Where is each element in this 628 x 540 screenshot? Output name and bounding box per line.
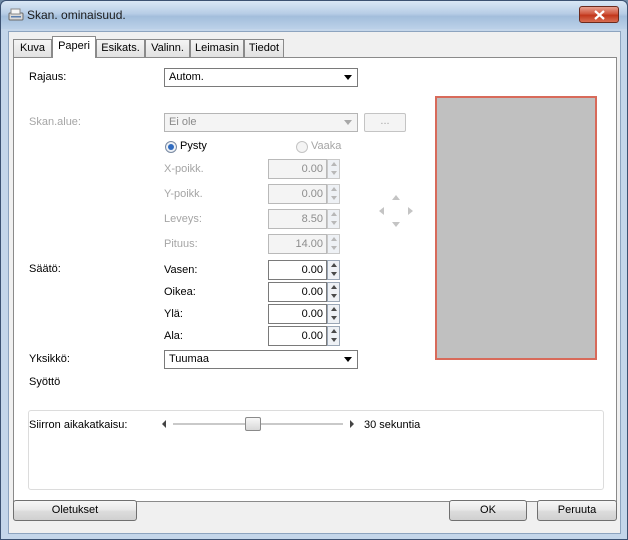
slider-thumb[interactable] xyxy=(245,417,261,431)
x-offset-label: X-poikk. xyxy=(164,163,204,175)
width-stepper[interactable]: 8.50 xyxy=(268,209,340,229)
left-margin-value[interactable]: 0.00 xyxy=(268,260,327,280)
cropping-label: Rajaus: xyxy=(29,71,67,83)
length-stepper[interactable]: 14.00 xyxy=(268,234,340,254)
ok-button[interactable]: OK xyxy=(449,500,527,521)
y-offset-stepper[interactable]: 0.00 xyxy=(268,184,340,204)
right-margin-stepper[interactable]: 0.00 xyxy=(268,282,340,302)
tab-valinn[interactable]: Valinn. xyxy=(145,39,190,57)
top-margin-spin-buttons[interactable] xyxy=(327,304,340,324)
top-margin-stepper[interactable]: 0.00 xyxy=(268,304,340,324)
left-margin-stepper[interactable]: 0.00 xyxy=(268,260,340,280)
scan-area-value: Ei ole xyxy=(169,116,197,128)
left-margin-spin-buttons[interactable] xyxy=(327,260,340,280)
length-value[interactable]: 14.00 xyxy=(268,234,327,254)
left-margin-label: Vasen: xyxy=(164,264,198,276)
y-offset-label: Y-poikk. xyxy=(164,188,203,200)
width-spin-buttons[interactable] xyxy=(327,209,340,229)
move-arrows-icon xyxy=(379,195,413,227)
scan-area-label: Skan.alue: xyxy=(29,116,81,128)
y-offset-spin-buttons[interactable] xyxy=(327,184,340,204)
scanner-icon xyxy=(8,8,24,21)
unit-label: Yksikkö: xyxy=(29,353,70,365)
chevron-down-icon xyxy=(344,120,352,125)
cropping-select[interactable]: Autom. xyxy=(164,68,358,87)
right-margin-value[interactable]: 0.00 xyxy=(268,282,327,302)
timeout-slider[interactable] xyxy=(161,417,356,431)
tab-leimasin[interactable]: Leimasin xyxy=(190,39,244,57)
chevron-down-icon xyxy=(344,357,352,362)
tab-kuva[interactable]: Kuva xyxy=(13,39,52,57)
unit-value: Tuumaa xyxy=(169,353,209,365)
bottom-margin-stepper[interactable]: 0.00 xyxy=(268,326,340,346)
scan-area-select[interactable]: Ei ole xyxy=(164,113,358,132)
timeout-label: Siirron aikakatkaisu: xyxy=(29,419,128,431)
length-spin-buttons[interactable] xyxy=(327,234,340,254)
feed-group-label: Syöttö xyxy=(29,376,63,388)
close-button[interactable] xyxy=(579,6,619,23)
portrait-label: Pysty xyxy=(180,140,207,152)
tab-paperi[interactable]: Paperi xyxy=(52,36,96,58)
bottom-margin-value[interactable]: 0.00 xyxy=(268,326,327,346)
y-offset-value[interactable]: 0.00 xyxy=(268,184,327,204)
landscape-radio[interactable] xyxy=(296,141,308,153)
tab-esikats[interactable]: Esikats. xyxy=(96,39,145,57)
bottom-margin-spin-buttons[interactable] xyxy=(327,326,340,346)
paper-tab-panel: Rajaus: Autom. Skan.alue: Ei ole ... Pys… xyxy=(13,57,617,502)
close-icon xyxy=(594,10,605,20)
cropping-value: Autom. xyxy=(169,71,204,83)
cancel-button[interactable]: Peruuta xyxy=(537,500,617,521)
chevron-down-icon xyxy=(344,75,352,80)
landscape-label: Vaaka xyxy=(311,140,342,152)
length-label: Pituus: xyxy=(164,238,198,250)
right-margin-spin-buttons[interactable] xyxy=(327,282,340,302)
top-margin-label: Ylä: xyxy=(164,308,183,320)
dialog-client: Kuva Paperi Esikats. Valinn. Leimasin Ti… xyxy=(8,31,621,534)
unit-select[interactable]: Tuumaa xyxy=(164,350,358,369)
width-label: Leveys: xyxy=(164,213,202,225)
bottom-margin-label: Ala: xyxy=(164,330,183,342)
properties-dialog: Skan. ominaisuud. Kuva Paperi Esikats. V… xyxy=(0,0,628,540)
timeout-value: 30 sekuntia xyxy=(364,419,421,431)
slider-left-icon xyxy=(162,420,166,428)
width-value[interactable]: 8.50 xyxy=(268,209,327,229)
x-offset-spin-buttons[interactable] xyxy=(327,159,340,179)
paper-preview xyxy=(435,96,597,360)
top-margin-value[interactable]: 0.00 xyxy=(268,304,327,324)
scan-area-more-button[interactable]: ... xyxy=(364,113,406,132)
defaults-button[interactable]: Oletukset xyxy=(13,500,137,521)
x-offset-stepper[interactable]: 0.00 xyxy=(268,159,340,179)
adjust-label: Säätö: xyxy=(29,263,61,275)
slider-right-icon xyxy=(350,420,354,428)
tab-tiedot[interactable]: Tiedot xyxy=(244,39,284,57)
right-margin-label: Oikea: xyxy=(164,286,196,298)
portrait-radio[interactable] xyxy=(165,141,177,153)
title-bar: Skan. ominaisuud. xyxy=(1,1,627,29)
window-title: Skan. ominaisuud. xyxy=(27,8,126,22)
x-offset-value[interactable]: 0.00 xyxy=(268,159,327,179)
